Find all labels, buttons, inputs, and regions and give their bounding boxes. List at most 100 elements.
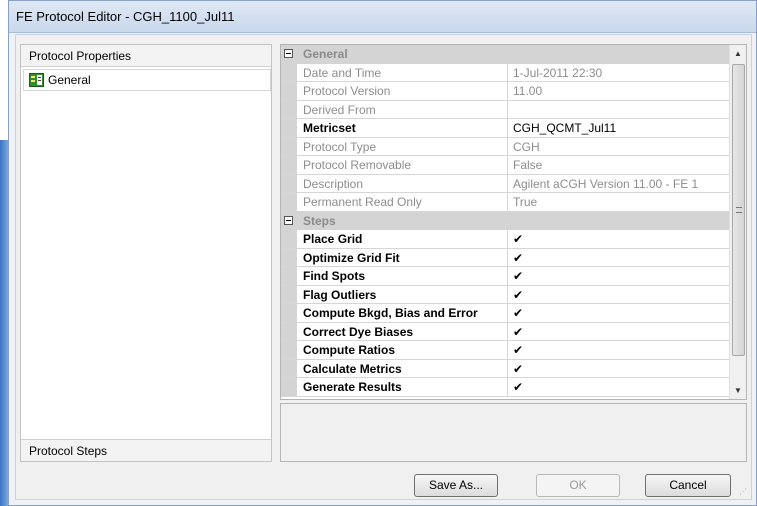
scroll-grip-icon	[736, 207, 742, 213]
property-row[interactable]: Optimize Grid Fit ✔	[281, 248, 731, 267]
property-row[interactable]: Description Agilent aCGH Version 11.00 - …	[281, 174, 731, 193]
step-enabled-checkmark[interactable]: ✔	[513, 306, 731, 320]
column-divider[interactable]	[507, 359, 508, 377]
save-as-button[interactable]: Save As...	[414, 474, 498, 497]
property-row[interactable]: Calculate Metrics ✔	[281, 359, 731, 378]
step-enabled-checkmark[interactable]: ✔	[513, 251, 731, 265]
row-gutter	[281, 174, 297, 192]
property-value[interactable]: Agilent aCGH Version 11.00 - FE 1	[513, 177, 731, 191]
property-row[interactable]: Metricset CGH_QCMT_Jul11	[281, 119, 731, 138]
property-row[interactable]: Date and Time 1-Jul-2011 22:30	[281, 63, 731, 82]
step-enabled-checkmark[interactable]: ✔	[513, 362, 731, 376]
property-row[interactable]: Protocol Type CGH	[281, 137, 731, 156]
step-enabled-checkmark[interactable]: ✔	[513, 380, 731, 394]
cancel-button[interactable]: Cancel	[645, 474, 731, 497]
property-value[interactable]: CGH_QCMT_Jul11	[513, 121, 731, 135]
column-divider[interactable]	[507, 63, 508, 81]
row-gutter	[281, 322, 297, 340]
property-name: Metricset	[303, 121, 356, 135]
title-bar[interactable]: FE Protocol Editor - CGH_1100_Jul11	[9, 1, 756, 33]
resize-grip-icon[interactable]: ⋰	[739, 487, 749, 497]
property-name: Date and Time	[303, 65, 382, 80]
property-value[interactable]: 11.00	[513, 84, 731, 98]
step-enabled-checkmark[interactable]: ✔	[513, 325, 731, 339]
row-gutter	[281, 119, 297, 137]
step-enabled-checkmark[interactable]: ✔	[513, 343, 731, 357]
column-divider[interactable]	[507, 137, 508, 155]
column-divider[interactable]	[507, 304, 508, 322]
property-name: Calculate Metrics	[303, 361, 402, 376]
property-row[interactable]: Compute Bkgd, Bias and Error ✔	[281, 304, 731, 323]
desktop-background	[0, 140, 8, 506]
column-divider[interactable]	[507, 100, 508, 118]
property-row[interactable]: Flag Outliers ✔	[281, 285, 731, 304]
category-row[interactable]: Steps	[281, 211, 731, 230]
property-name: Protocol Version	[303, 84, 391, 98]
property-row[interactable]: Place Grid ✔	[281, 230, 731, 249]
column-divider[interactable]	[507, 341, 508, 359]
property-name: Find Spots	[303, 269, 365, 283]
row-gutter	[281, 248, 297, 266]
protocol-properties-header[interactable]: Protocol Properties	[21, 45, 271, 67]
protocol-editor-window: FE Protocol Editor - CGH_1100_Jul11 Prot…	[8, 0, 757, 506]
row-gutter	[281, 230, 297, 248]
ok-button[interactable]: OK	[536, 474, 620, 497]
property-row[interactable]: Correct Dye Biases ✔	[281, 322, 731, 341]
column-divider[interactable]	[507, 174, 508, 192]
scroll-thumb[interactable]	[732, 64, 745, 356]
property-name: Compute Bkgd, Bias and Error	[303, 306, 478, 320]
scroll-up-button[interactable]: ▲	[730, 45, 746, 62]
property-value[interactable]: CGH	[513, 140, 731, 154]
nav-item-general[interactable]: General	[23, 69, 271, 91]
scroll-down-button[interactable]: ▼	[730, 382, 746, 399]
column-divider[interactable]	[507, 119, 508, 137]
property-row[interactable]: Find Spots ✔	[281, 267, 731, 286]
category-label: General	[303, 47, 348, 61]
property-description-panel	[280, 403, 747, 462]
row-gutter	[281, 285, 297, 303]
step-enabled-checkmark[interactable]: ✔	[513, 288, 731, 302]
property-name: Place Grid	[303, 232, 363, 246]
column-divider[interactable]	[507, 378, 508, 396]
column-divider[interactable]	[507, 267, 508, 285]
row-gutter	[281, 63, 297, 81]
column-divider[interactable]	[507, 193, 508, 211]
property-name: Compute Ratios	[303, 343, 396, 357]
property-row[interactable]: Protocol Removable False	[281, 156, 731, 175]
property-name: Description	[303, 176, 364, 191]
property-value[interactable]: 1-Jul-2011 22:30	[513, 66, 731, 80]
property-grid-scrollbar[interactable]: ▲ ▼	[729, 45, 746, 399]
property-row[interactable]: Derived From	[281, 100, 731, 119]
row-gutter	[281, 193, 297, 211]
property-row[interactable]: Compute Ratios ✔	[281, 341, 731, 360]
property-row[interactable]: Permanent Read Only True	[281, 193, 731, 212]
row-gutter	[281, 359, 297, 377]
column-divider[interactable]	[507, 230, 508, 248]
collapse-icon[interactable]	[284, 49, 293, 58]
property-row[interactable]: Generate Results ✔	[281, 378, 731, 397]
column-divider[interactable]	[507, 285, 508, 303]
step-enabled-checkmark[interactable]: ✔	[513, 232, 731, 246]
property-name: Protocol Removable	[303, 158, 412, 172]
property-name: Protocol Type	[303, 139, 377, 154]
property-value[interactable]: True	[513, 195, 731, 209]
window-title: FE Protocol Editor - CGH_1100_Jul11	[16, 9, 235, 24]
column-divider[interactable]	[507, 82, 508, 100]
protocol-navigation-panel: Protocol Properties General Protocol Ste…	[20, 44, 272, 462]
property-name: Correct Dye Biases	[303, 324, 414, 339]
collapse-icon[interactable]	[284, 215, 293, 225]
protocol-steps-header[interactable]: Protocol Steps	[21, 439, 271, 461]
property-name: Generate Results	[303, 380, 402, 394]
property-value[interactable]: False	[513, 158, 731, 172]
category-label: Steps	[303, 213, 336, 228]
step-enabled-checkmark[interactable]: ✔	[513, 269, 731, 283]
column-divider[interactable]	[507, 322, 508, 340]
row-gutter	[281, 341, 297, 359]
row-gutter	[281, 82, 297, 100]
column-divider[interactable]	[507, 156, 508, 174]
property-name: Permanent Read Only	[303, 195, 422, 209]
property-row[interactable]: Protocol Version 11.00	[281, 82, 731, 101]
column-divider[interactable]	[507, 248, 508, 266]
row-gutter	[281, 100, 297, 118]
category-row[interactable]: General	[281, 45, 731, 64]
